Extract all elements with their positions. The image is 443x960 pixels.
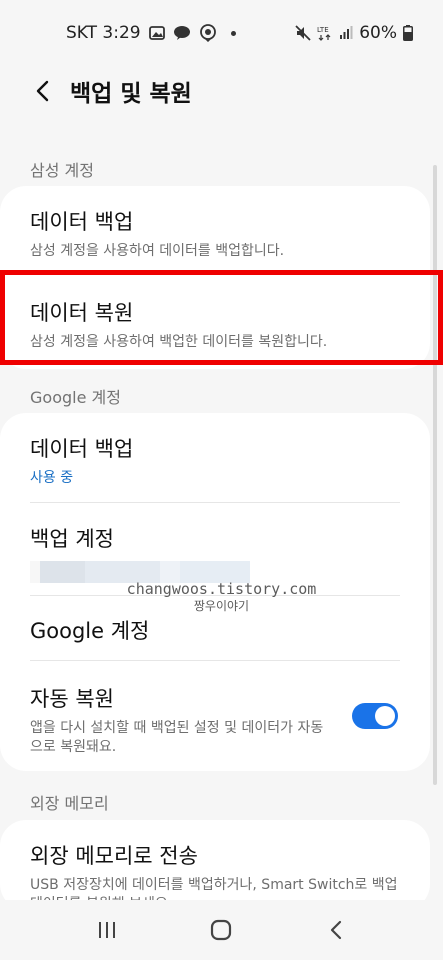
battery-icon [403, 25, 413, 41]
battery-percent: 60% [359, 23, 397, 43]
google-backup-item[interactable]: 데이터 백업 사용 중 [0, 413, 430, 503]
google-backup-status: 사용 중 [30, 470, 74, 486]
section-label-samsung: 삼성 계정 [30, 161, 94, 180]
lte-icon: LTE [317, 25, 333, 41]
samsung-restore-item[interactable]: 데이터 복원 삼성 계정을 사용하여 백업한 데이터를 복원합니다. [0, 274, 430, 369]
home-icon [211, 919, 232, 941]
samsung-restore-sub: 삼성 계정을 사용하여 백업한 데이터를 복원합니다. [30, 334, 328, 350]
chevron-left-icon [36, 80, 49, 102]
talk-icon [173, 25, 191, 41]
samsung-card: 데이터 백업 삼성 계정을 사용하여 데이터를 백업합니다. 데이터 복원 삼성… [0, 186, 430, 369]
samsung-backup-title: 데이터 백업 [30, 210, 134, 234]
recent-apps-icon [99, 922, 116, 938]
samsung-restore-title: 데이터 복원 [30, 301, 134, 325]
gallery-icon [148, 26, 165, 40]
mute-icon [295, 25, 311, 41]
notification-dot-icon [230, 30, 236, 36]
nav-back-button[interactable] [311, 910, 361, 950]
recent-apps-button[interactable] [82, 910, 132, 950]
section-label-google: Google 계정 [30, 388, 121, 407]
watermark-name: 짱우이야기 [193, 599, 250, 613]
svg-text:LTE: LTE [317, 26, 329, 34]
auto-restore-item[interactable]: 자동 복원 앱을 다시 설치할 때 백업된 설정 및 데이터가 자동으로 복원돼… [0, 661, 430, 771]
external-transfer-item[interactable]: 외장 메모리로 전송 USB 저장장치에 데이터를 백업하거나, Smart S… [0, 820, 430, 910]
auto-restore-title: 자동 복원 [30, 687, 114, 711]
status-bar: SKT 3:29 LTE 60% [0, 0, 443, 66]
signal-icon [339, 26, 353, 40]
google-backup-title: 데이터 백업 [30, 437, 134, 461]
page-title: 백업 및 복원 [70, 81, 192, 107]
navigation-bar [0, 900, 443, 960]
samsung-backup-item[interactable]: 데이터 백업 삼성 계정을 사용하여 데이터를 백업합니다. [0, 186, 430, 274]
google-account-title: Google 계정 [30, 619, 150, 643]
app-header: 백업 및 복원 [0, 66, 443, 116]
auto-restore-toggle[interactable] [352, 703, 398, 729]
auto-restore-sub: 앱을 다시 설치할 때 백업된 설정 및 데이터가 자동으로 복원돼요. [30, 720, 324, 755]
screen: SKT 3:29 LTE 60% 백업 및 복원 삼성 계정 데이터 백업 삼성… [0, 0, 443, 960]
watermark-url: changwoos.tistory.com [126, 580, 317, 598]
carrier-time: SKT 3:29 [66, 23, 141, 43]
back-button[interactable] [20, 69, 64, 113]
external-card: 외장 메모리로 전송 USB 저장장치에 데이터를 백업하거나, Smart S… [0, 820, 430, 910]
samsung-backup-sub: 삼성 계정을 사용하여 데이터를 백업합니다. [30, 243, 285, 259]
section-label-external: 외장 메모리 [30, 794, 109, 813]
home-button[interactable] [196, 910, 246, 950]
scrollbar[interactable] [433, 165, 437, 785]
back-arrow-icon [330, 920, 341, 940]
toggle-knob [375, 706, 395, 726]
location-app-icon [199, 24, 217, 42]
backup-account-title: 백업 계정 [30, 527, 114, 551]
external-transfer-title: 외장 메모리로 전송 [30, 844, 198, 868]
